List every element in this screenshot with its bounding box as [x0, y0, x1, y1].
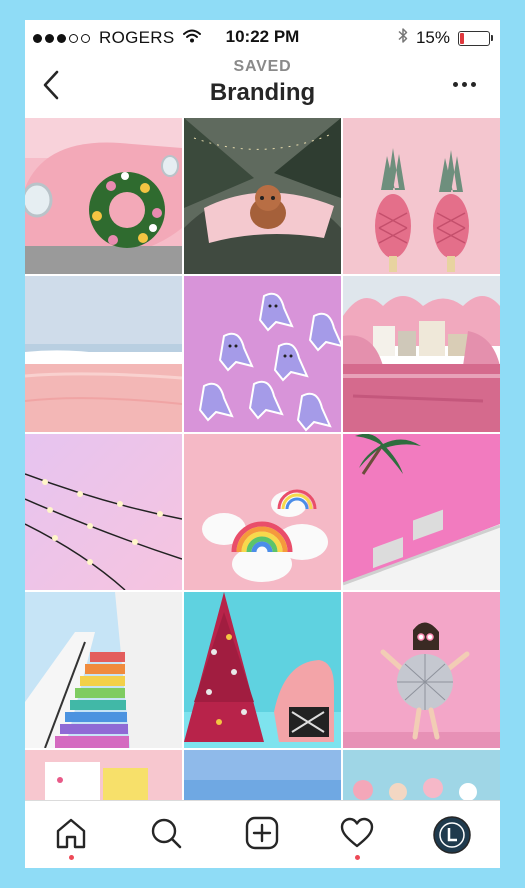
battery-icon — [458, 30, 493, 46]
photo-tile-pink-beach[interactable] — [25, 276, 182, 432]
header-subtitle: SAVED — [233, 58, 292, 75]
photo-tile-rainbow-pumpkins[interactable] — [184, 434, 341, 590]
photo-tile-palm-pink-building[interactable] — [343, 434, 500, 590]
phone-screen: ROGERS 10:22 PM 15% SAVED Branding — [25, 20, 500, 868]
saved-photo-grid — [25, 118, 500, 802]
activity-notification-dot — [355, 855, 360, 860]
bottom-tab-bar — [25, 800, 500, 868]
photo-tile-pink-pineapples[interactable] — [343, 118, 500, 274]
photo-tile-cards-partial[interactable] — [25, 750, 182, 802]
tab-search[interactable] — [146, 815, 186, 859]
photo-tile-blue-sky-partial[interactable] — [184, 750, 341, 802]
photo-tile-rainbow-stairs[interactable] — [25, 592, 182, 748]
tab-activity[interactable] — [337, 815, 377, 860]
tab-home[interactable] — [51, 815, 91, 860]
battery-percent: 15% — [415, 28, 450, 47]
photo-tile-ghost-cookies[interactable] — [184, 276, 341, 432]
tab-add-post[interactable] — [242, 815, 282, 859]
bluetooth-icon — [398, 27, 408, 49]
add-post-icon — [245, 816, 279, 850]
search-icon — [151, 818, 182, 849]
more-options-icon[interactable] — [453, 82, 476, 87]
photo-tile-pink-car-wreath[interactable] — [25, 118, 182, 274]
status-bar: ROGERS 10:22 PM 15% — [25, 20, 500, 54]
status-right: 15% — [398, 27, 493, 49]
tab-profile[interactable] — [432, 815, 472, 859]
battery-level — [460, 32, 464, 44]
home-notification-dot — [69, 855, 74, 860]
profile-avatar-icon — [433, 816, 471, 854]
photo-tile-balloons-partial[interactable] — [343, 750, 500, 802]
photo-tile-dog-on-pink-blanket[interactable] — [184, 118, 341, 274]
photo-tile-disco-ball-costume[interactable] — [343, 592, 500, 748]
photo-tile-string-lights-pink-sky[interactable] — [25, 434, 182, 590]
photo-tile-pink-river-town[interactable] — [343, 276, 500, 432]
collection-title: Branding — [209, 79, 316, 106]
activity-heart-icon — [340, 817, 374, 848]
collection-header: SAVED Branding — [25, 54, 500, 118]
photo-tile-pink-christmas-tree[interactable] — [184, 592, 341, 748]
home-icon — [56, 818, 86, 849]
